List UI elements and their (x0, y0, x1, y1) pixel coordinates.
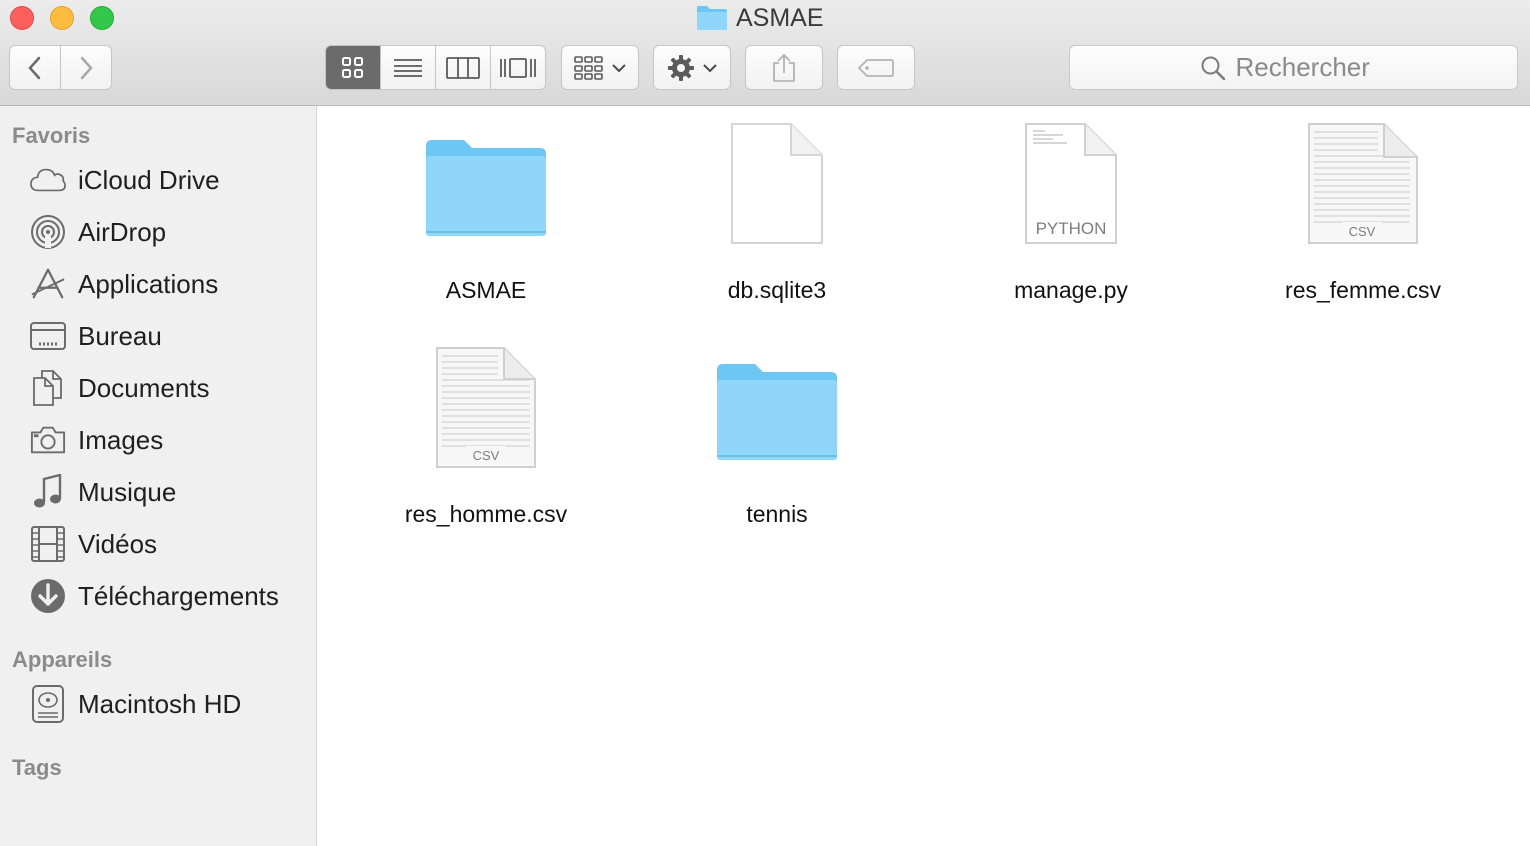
sidebar-section-favorites: Favoris (12, 123, 91, 148)
file-item-tennis[interactable]: tennis (637, 344, 917, 544)
applications-icon (30, 266, 66, 302)
blank-document-icon (637, 120, 917, 260)
sidebar-item-label: Bureau (78, 320, 162, 351)
sidebar-item-telechargements[interactable]: Téléchargements (0, 574, 316, 618)
sidebar-item-documents[interactable]: Documents (0, 366, 316, 410)
gear-icon (668, 54, 694, 81)
film-icon (30, 526, 66, 562)
file-name: ASMAE (445, 277, 527, 303)
music-note-icon (30, 474, 66, 510)
tag-button[interactable] (837, 45, 915, 90)
chevron-down-icon (612, 63, 626, 72)
arrange-grid-icon (574, 55, 603, 80)
sidebar-item-musique[interactable]: Musique (0, 470, 316, 514)
csv-file-icon: CSV (1223, 120, 1503, 260)
list-view-button[interactable] (380, 46, 435, 89)
cover-flow-view-icon (500, 57, 536, 78)
chevron-down-icon (703, 63, 717, 72)
sidebar-item-label: Téléchargements (78, 580, 279, 611)
file-item-manage-py[interactable]: PYTHON manage.py (931, 120, 1211, 320)
minimize-window-button[interactable] (50, 6, 74, 30)
search-input[interactable] (1233, 51, 1388, 84)
sidebar-item-applications[interactable]: Applications (0, 262, 316, 306)
sidebar-item-videos[interactable]: Vidéos (0, 522, 316, 566)
sidebar-item-macintosh-hd[interactable]: Macintosh HD (0, 682, 316, 726)
icon-view-icon (342, 56, 363, 78)
action-button[interactable] (653, 45, 731, 90)
file-type-badge: PYTHON (1036, 219, 1107, 238)
sidebar-item-label: iCloud Drive (78, 164, 220, 195)
file-type-badge: CSV (1349, 224, 1376, 239)
camera-icon (30, 422, 66, 458)
cloud-icon (30, 162, 66, 198)
maximize-window-button[interactable] (90, 6, 114, 30)
window-title: ASMAE (696, 2, 824, 34)
file-name: tennis (746, 501, 808, 527)
file-item-res-femme-csv[interactable]: CSV res_femme.csv (1223, 120, 1503, 320)
sidebar-section-tags: Tags (12, 755, 62, 780)
icon-view-button[interactable] (326, 46, 380, 89)
tag-icon (858, 58, 894, 77)
search-icon (1201, 56, 1225, 80)
desktop-icon (30, 318, 66, 354)
file-type-badge: CSV (473, 448, 500, 463)
sidebar-item-airdrop[interactable]: AirDrop (0, 210, 316, 254)
file-name: res_homme.csv (404, 501, 568, 527)
folder-icon (697, 6, 727, 30)
sidebar-item-icloud-drive[interactable]: iCloud Drive (0, 158, 316, 202)
back-button[interactable] (9, 45, 61, 90)
sidebar-section-devices: Appareils (12, 647, 113, 672)
close-window-button[interactable] (10, 6, 34, 30)
column-view-button[interactable] (435, 46, 490, 89)
arrange-button[interactable] (561, 45, 639, 90)
list-view-icon (394, 58, 422, 77)
chevron-left-icon (28, 56, 41, 79)
search-field[interactable] (1069, 45, 1518, 90)
file-item-res-homme-csv[interactable]: CSV res_homme.csv (346, 344, 626, 544)
sidebar-item-label: Musique (78, 476, 177, 507)
hard-drive-icon (30, 685, 66, 723)
sidebar-item-bureau[interactable]: Bureau (0, 314, 316, 358)
sidebar-item-images[interactable]: Images (0, 418, 316, 462)
file-name: manage.py (1014, 277, 1128, 303)
share-button[interactable] (745, 45, 823, 90)
csv-file-icon: CSV (346, 344, 626, 484)
forward-button[interactable] (61, 45, 112, 90)
file-browser: ASMAE db.sqlite3 PYTHON manage.py CSV re… (318, 106, 1530, 846)
python-file-icon: PYTHON (931, 120, 1211, 260)
file-item-db-sqlite3[interactable]: db.sqlite3 (637, 120, 917, 320)
folder-icon (637, 344, 917, 484)
sidebar-item-label: Vidéos (78, 528, 158, 559)
download-icon (30, 578, 66, 614)
view-mode-control (325, 45, 546, 90)
toolbar: ASMAE (0, 0, 1530, 106)
window-title-text: ASMAE (736, 3, 824, 32)
sidebar-item-label: Documents (78, 372, 210, 403)
cover-flow-view-button[interactable] (490, 46, 545, 89)
file-item-asmae[interactable]: ASMAE (346, 120, 626, 320)
file-name: db.sqlite3 (727, 277, 827, 303)
sidebar-item-label: AirDrop (78, 216, 167, 247)
documents-icon (30, 370, 66, 406)
file-name: res_femme.csv (1285, 277, 1441, 303)
sidebar: Favoris iCloud Drive AirDrop Application… (0, 106, 317, 846)
sidebar-item-label: Images (78, 424, 164, 455)
chevron-right-icon (80, 56, 93, 79)
share-icon (773, 53, 795, 82)
sidebar-item-label: Applications (78, 268, 219, 299)
airdrop-icon (30, 214, 66, 250)
sidebar-item-label: Macintosh HD (78, 688, 242, 719)
column-view-icon (446, 56, 480, 79)
folder-icon (346, 120, 626, 260)
